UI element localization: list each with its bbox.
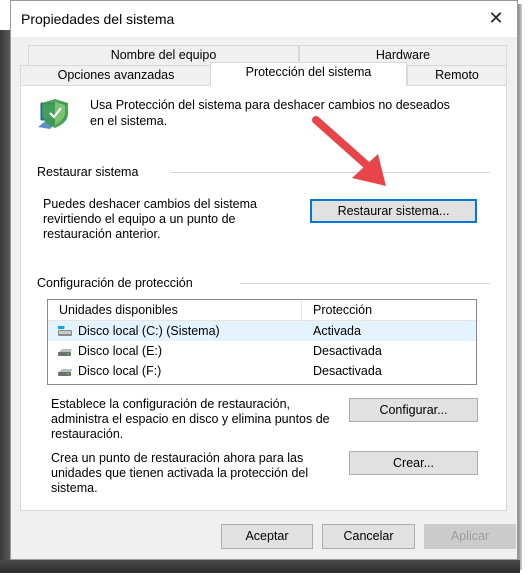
drive-row[interactable]: Disco local (E:) Desactivada: [48, 341, 476, 361]
window-shadow: [0, 560, 520, 573]
drive-status: Desactivada: [313, 344, 382, 358]
tab-opciones-avanzadas[interactable]: Opciones avanzadas: [20, 65, 212, 85]
configure-button[interactable]: Configurar...: [349, 398, 478, 422]
title-bar: Propiedades del sistema ✕: [11, 1, 517, 37]
drive-icon: [58, 349, 72, 356]
drive-name: Disco local (F:): [78, 364, 162, 378]
drive-name: Disco local (E:): [78, 344, 163, 358]
column-header-drives[interactable]: Unidades disponibles: [59, 303, 178, 317]
column-header-protection[interactable]: Protección: [313, 303, 372, 317]
restore-system-button[interactable]: Restaurar sistema...: [310, 199, 477, 223]
list-header: Unidades disponibles Protección: [48, 300, 476, 321]
drive-row[interactable]: Disco local (C:) (Sistema) Activada: [48, 321, 476, 341]
system-drive-icon: [58, 326, 72, 336]
apply-button[interactable]: Aplicar: [424, 524, 516, 549]
window-shadow: [518, 4, 522, 570]
close-icon[interactable]: ✕: [483, 6, 509, 30]
drive-row[interactable]: Disco local (F:) Desactivada: [48, 361, 476, 381]
drive-icon: [58, 369, 72, 376]
create-button[interactable]: Crear...: [349, 451, 478, 475]
tab-panel: [20, 85, 507, 511]
tab-remoto[interactable]: Remoto: [407, 65, 507, 85]
accept-button[interactable]: Aceptar: [221, 524, 313, 549]
cancel-button[interactable]: Cancelar: [322, 524, 415, 549]
window-shadow: [0, 30, 10, 570]
column-separator[interactable]: [301, 300, 302, 320]
drive-status: Activada: [313, 324, 361, 338]
tab-proteccion-del-sistema[interactable]: Protección del sistema: [210, 62, 407, 86]
system-properties-dialog: Propiedades del sistema ✕ Nombre del equ…: [10, 0, 518, 560]
drives-list[interactable]: Unidades disponibles Protección Disco lo…: [47, 299, 477, 385]
window-title: Propiedades del sistema: [21, 11, 175, 27]
drive-name: Disco local (C:) (Sistema): [78, 324, 220, 338]
drive-status: Desactivada: [313, 364, 382, 378]
